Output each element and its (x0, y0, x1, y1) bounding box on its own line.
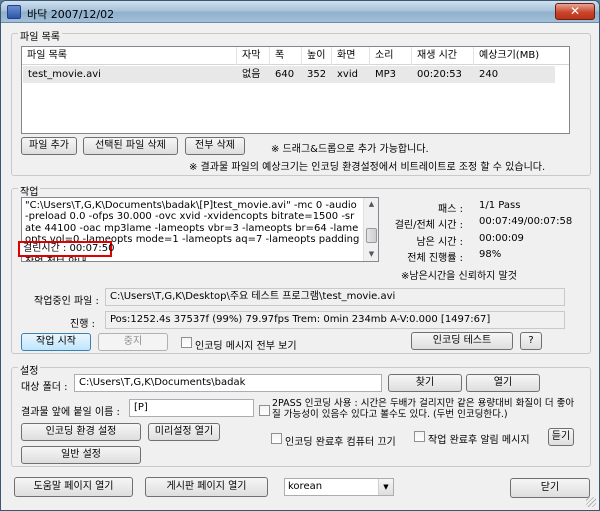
total-progress-label: 전체 진행률 : (407, 253, 463, 264)
progress-field: Pos:1252.4s 37537f (99%) 79.97fps Trem: … (105, 311, 565, 329)
general-settings-button[interactable]: 일반 설정 (21, 446, 141, 464)
cell-size: 240 (479, 69, 499, 80)
language-select[interactable]: korean ▼ (284, 478, 394, 496)
resize-grip-icon[interactable] (586, 497, 596, 507)
cell-video: xvid (337, 69, 358, 80)
remain-label: 남은 시간 : (416, 237, 463, 248)
cell-audio: MP3 (375, 69, 397, 80)
job-group-label: 작업 (18, 183, 41, 198)
current-file-field: C:\Users\T,G,K\Desktop\주요 테스트 프로그램\test_… (105, 288, 565, 306)
log-tail-line: 작업 정보 안내 (25, 257, 360, 261)
delete-all-button[interactable]: 전부 삭제 (185, 137, 245, 155)
delete-selected-button[interactable]: 선택된 파일 삭제 (83, 137, 178, 155)
prefix-label: 결과물 앞에 붙일 이름 : (21, 407, 120, 418)
open-folder-button[interactable]: 열기 (466, 374, 540, 392)
target-folder-label: 대상 폴더 : (21, 382, 68, 393)
pass-label: 패스 : (438, 204, 463, 215)
column-header-audio[interactable]: 소리 (370, 47, 412, 65)
elapsed-time-line: 걸린시간 : 00:07:50 (18, 241, 114, 257)
file-list-header: 파일 목록 자막 폭 높이 화면 소리 재생 시간 예상크기(MB) (22, 47, 569, 65)
cell-duration: 00:20:53 (417, 69, 462, 80)
language-value: korean (288, 481, 323, 492)
progress-label: 진행 : (70, 319, 95, 330)
app-icon (7, 5, 21, 19)
column-header-height[interactable]: 높이 (302, 47, 332, 65)
stop-button[interactable]: 중지 (98, 333, 168, 351)
table-row[interactable]: test_movie.avi 없음 640 352 xvid MP3 00:20… (23, 66, 555, 83)
time-label: 걸린/전체 시간 : (394, 220, 463, 231)
help-button[interactable]: ? (520, 332, 542, 350)
help-page-button[interactable]: 도움말 페이지 열기 (14, 477, 133, 497)
prefix-input[interactable]: [P] (129, 399, 254, 417)
cell-height: 352 (307, 69, 327, 80)
settings-group-label: 설정 (18, 362, 41, 377)
preset-open-button[interactable]: 미리설정 열기 (148, 423, 220, 441)
column-header-size[interactable]: 예상크기(MB) (474, 47, 569, 65)
size-note: ※ 결과물 파일의 예상크기는 인코딩 환경설정에서 비트레이트로 조정 할 수… (189, 162, 546, 173)
shutdown-checkbox[interactable] (271, 433, 282, 444)
column-header-width[interactable]: 폭 (270, 47, 302, 65)
cell-name: test_movie.avi (28, 69, 101, 80)
cell-width: 640 (275, 69, 295, 80)
notify-checkbox[interactable] (414, 431, 425, 442)
window-title: 바닥 2007/12/02 (27, 8, 115, 21)
add-file-button[interactable]: 파일 추가 (21, 137, 77, 155)
encoding-test-button[interactable]: 인코딩 테스트 (411, 332, 513, 350)
chevron-down-icon[interactable]: ▼ (378, 479, 393, 495)
total-progress-value: 98% (479, 249, 502, 260)
start-job-button[interactable]: 작업 시작 (21, 333, 91, 351)
window-close-button[interactable]: ✕ (555, 3, 595, 20)
two-pass-label[interactable]: 2PASS 인코딩 사용 : 시간은 두배가 걸리지만 같은 용량대비 화질이 … (272, 398, 582, 420)
pass-value: 1/1 Pass (479, 200, 521, 211)
title-bar[interactable]: 바닥 2007/12/02 ✕ (1, 1, 599, 23)
close-button[interactable]: 닫기 (510, 478, 590, 498)
remain-time-note: ※남은시간을 신뢰하지 말것 (401, 271, 517, 282)
column-header-subtitle[interactable]: 자막 (237, 47, 270, 65)
target-folder-input[interactable]: C:\Users\T,G,K\Documents\badak (74, 374, 382, 392)
encoding-settings-button[interactable]: 인코딩 환경 설정 (21, 423, 141, 441)
column-header-name[interactable]: 파일 목록 (22, 47, 237, 65)
shutdown-label[interactable]: 인코딩 완료후 컴퓨터 끄기 (285, 433, 396, 448)
file-list[interactable]: 파일 목록 자막 폭 높이 화면 소리 재생 시간 예상크기(MB) test_… (21, 46, 570, 134)
find-button[interactable]: 찾기 (388, 374, 462, 392)
remain-value: 00:00:09 (479, 233, 524, 244)
file-list-group-label: 파일 목록 (18, 28, 62, 43)
cell-subtitle: 없음 (242, 69, 261, 80)
listen-button[interactable]: 듣기 (548, 428, 574, 446)
column-header-video[interactable]: 화면 (332, 47, 370, 65)
column-header-duration[interactable]: 재생 시간 (412, 47, 474, 65)
drag-drop-note: ※ 드래그&드롭으로 추가 가능합니다. (271, 144, 429, 155)
show-all-messages-checkbox[interactable] (181, 337, 192, 348)
time-value: 00:07:49/00:07:58 (479, 216, 573, 227)
two-pass-checkbox[interactable] (259, 405, 270, 416)
show-all-messages-label[interactable]: 인코딩 메시지 전부 보기 (195, 337, 297, 352)
app-window: 바닥 2007/12/02 ✕ 파일 목록 파일 목록 자막 폭 높이 화면 소… (0, 0, 600, 511)
current-file-label: 작업중인 파일 : (34, 296, 99, 307)
board-page-button[interactable]: 게시판 페이지 열기 (145, 477, 268, 497)
notify-label[interactable]: 작업 완료후 알림 메시지 (428, 431, 530, 446)
